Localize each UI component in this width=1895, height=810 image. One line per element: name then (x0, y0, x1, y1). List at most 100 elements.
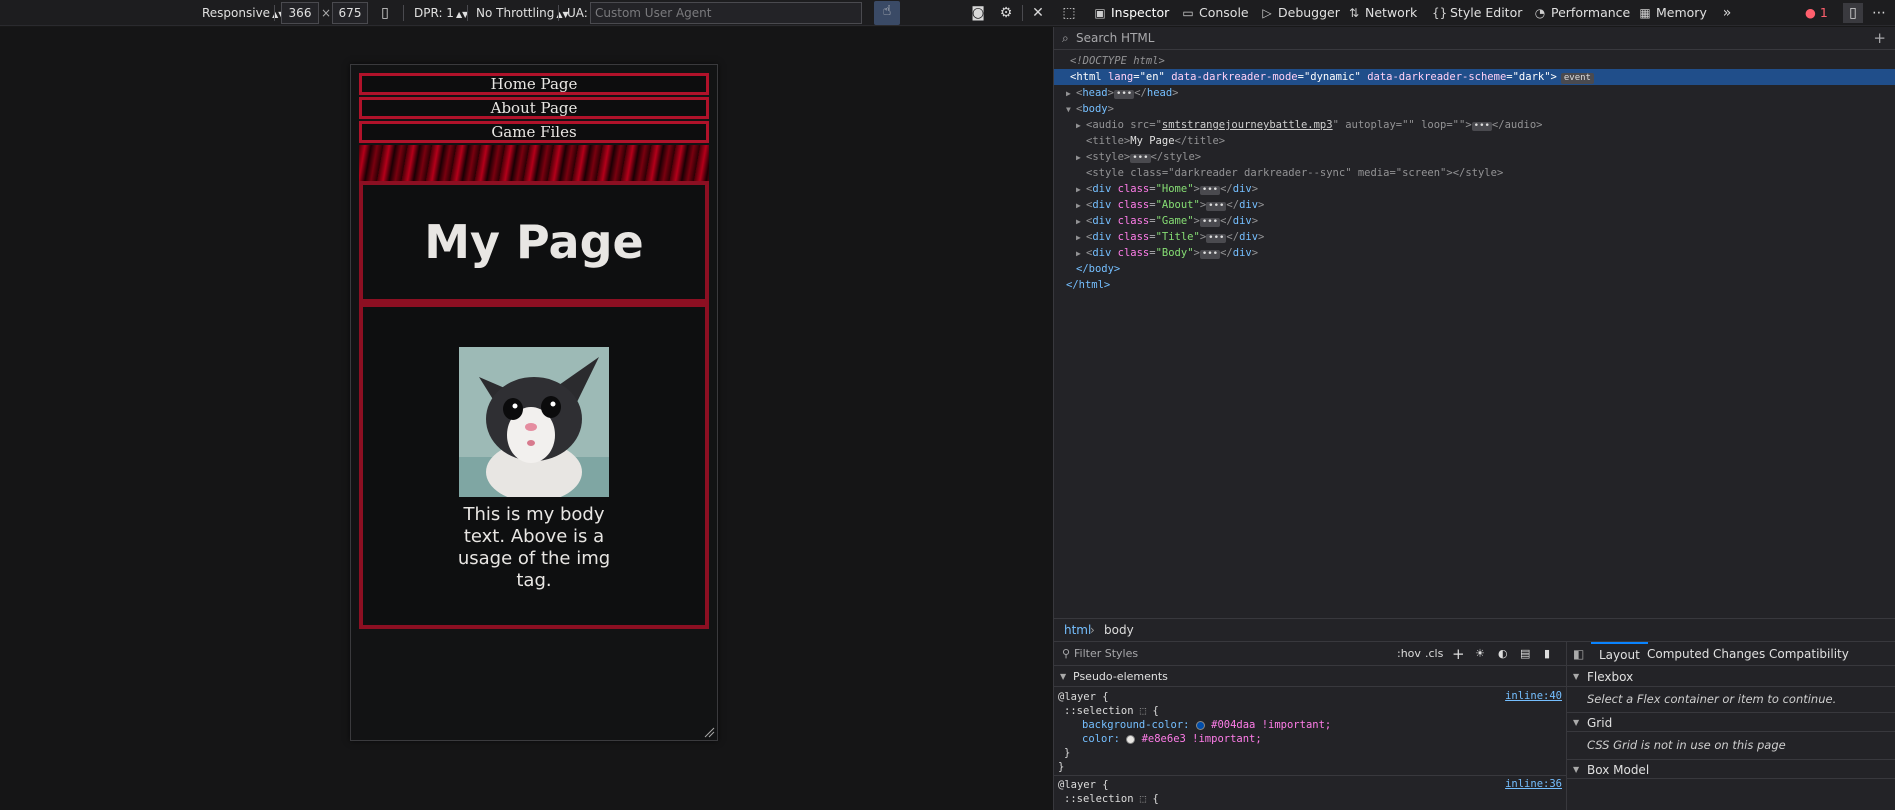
markup-line-body-close[interactable]: </body> (1054, 261, 1895, 277)
collapsed-dots[interactable]: ••• (1130, 154, 1151, 163)
style-media-value: screen (1402, 167, 1441, 179)
tab-inspector[interactable]: ▣ Inspector (1093, 0, 1169, 26)
expand-arrow-icon[interactable]: ▶ (1076, 198, 1086, 214)
toggle-sidebar-icon[interactable]: ▮ (1544, 642, 1550, 666)
breadcrumb-body[interactable]: body (1104, 619, 1134, 642)
tag-name: head (1082, 87, 1108, 99)
error-icon: ● (1805, 5, 1816, 20)
expand-arrow-icon[interactable]: ▶ (1076, 150, 1086, 166)
user-agent-input[interactable]: Custom User Agent (590, 2, 862, 24)
throttling-selector[interactable]: No Throttling ▲▼ (476, 4, 569, 22)
markup-line-audio[interactable]: ▶ <audio src="smtstrangejourneybattle.mp3… (1054, 117, 1895, 133)
close-icon[interactable]: ✕ (1028, 3, 1048, 23)
attr-name: lang (1107, 71, 1134, 83)
pseudo-elements-header[interactable]: ▼ Pseudo-elements (1054, 667, 1567, 687)
tab-compatibility[interactable]: Compatibility (1769, 642, 1849, 666)
throttling-label: No Throttling (476, 6, 555, 20)
add-rule-icon[interactable]: + (1452, 642, 1465, 666)
dpr-selector[interactable]: DPR: 1 ▲▼ (414, 4, 468, 22)
rule-declaration-color[interactable]: color: #e8e6e3 !important; (1082, 732, 1262, 746)
nav-game-files[interactable]: Game Files (359, 121, 709, 143)
touch-simulation-icon[interactable]: ☝ (874, 1, 900, 25)
markup-line-doctype[interactable]: <!DOCTYPE html> (1054, 53, 1895, 69)
print-media-icon[interactable]: ▤ (1520, 642, 1530, 666)
collapsed-dots[interactable]: ••• (1199, 186, 1221, 195)
color-swatch[interactable] (1195, 720, 1205, 730)
responsive-design-icon[interactable]: ▯ (1843, 3, 1863, 23)
markup-line-body[interactable]: ▼ <body> (1054, 101, 1895, 117)
markup-line-style[interactable]: ▶ <style> ••• </style> (1054, 149, 1895, 165)
markup-line-style-darkreader[interactable]: <style class="darkreader darkreader--syn… (1054, 165, 1895, 181)
search-html-bar[interactable]: ⌕ Search HTML + (1054, 27, 1895, 50)
cls-button[interactable]: .cls (1425, 642, 1443, 666)
tab-network[interactable]: ⇅ Network (1347, 0, 1417, 26)
device-selector[interactable]: Responsive ▲▼ (202, 4, 284, 22)
tab-style-editor[interactable]: {} Style Editor (1432, 0, 1522, 26)
event-badge[interactable]: event (1560, 73, 1594, 84)
tab-console[interactable]: ▭ Console (1181, 0, 1248, 26)
settings-gear-icon[interactable]: ⚙ (996, 3, 1016, 23)
markup-line-div-game[interactable]: ▶ <div class="Game"> ••• </div> (1054, 213, 1895, 229)
markup-line-div-body[interactable]: ▶ <div class="Body"> ••• </div> (1054, 245, 1895, 261)
tab-computed[interactable]: Computed (1647, 642, 1709, 666)
collapsed-dots[interactable]: ••• (1206, 202, 1227, 211)
tab-changes[interactable]: Changes (1713, 642, 1765, 666)
rotate-icon[interactable]: ▯ (375, 3, 395, 23)
markup-line-div-home[interactable]: ▶ <div class="Home"> ••• </div> (1054, 181, 1895, 197)
dark-scheme-icon[interactable]: ◐ (1498, 642, 1508, 666)
expand-arrow-icon[interactable]: ▶ (1076, 182, 1086, 198)
breadcrumb-html[interactable]: html (1064, 619, 1091, 642)
expand-arrow-icon[interactable]: ▶ (1076, 230, 1086, 246)
markup-line-html-close[interactable]: </html> (1054, 277, 1895, 293)
nav-about[interactable]: About Page (359, 97, 709, 119)
add-node-icon[interactable]: + (1873, 27, 1886, 49)
hov-button[interactable]: :hov (1397, 642, 1421, 666)
tab-layout[interactable]: Layout (1591, 642, 1648, 666)
collapsed-dots[interactable]: ••• (1199, 250, 1221, 259)
collapse-arrow-icon[interactable]: ▼ (1066, 102, 1076, 118)
rule-source-link[interactable]: inline:36 (1505, 778, 1562, 790)
collapsed-dots[interactable]: ••• (1199, 218, 1221, 227)
rule-declaration-bg[interactable]: background-color: #004daa !important; (1082, 718, 1331, 732)
collapsed-dots[interactable]: ••• (1113, 90, 1135, 99)
width-input[interactable]: 366 (281, 2, 319, 24)
filter-styles-input[interactable]: Filter Styles (1074, 642, 1138, 666)
height-input[interactable]: 675 (332, 2, 368, 24)
element-picker-icon[interactable]: ⬚ (1059, 3, 1079, 23)
markup-line-html[interactable]: <html lang="en" data-darkreader-mode="dy… (1054, 69, 1895, 85)
collapse-arrow-icon: ▼ (1060, 672, 1067, 681)
more-tabs-icon[interactable]: » (1717, 3, 1737, 23)
rule-source-link[interactable]: inline:40 (1505, 690, 1562, 702)
tab-debugger[interactable]: ▷ Debugger (1260, 0, 1340, 26)
expand-arrow-icon[interactable]: ▶ (1066, 86, 1076, 102)
expand-arrow-icon[interactable]: ▶ (1076, 214, 1086, 230)
color-swatch[interactable] (1126, 734, 1136, 744)
divider (274, 5, 275, 21)
collapsed-dots[interactable]: ••• (1471, 122, 1492, 131)
sidebar-toggle-icon[interactable]: ◧ (1573, 642, 1584, 666)
screenshot-icon[interactable]: ◙ (968, 3, 988, 23)
markup-line-head[interactable]: ▶ <head> ••• </head> (1054, 85, 1895, 101)
markup-line-div-about[interactable]: ▶ <div class="About"> ••• </div> (1054, 197, 1895, 213)
expand-arrow-icon[interactable]: ▶ (1076, 118, 1086, 134)
selector-text: ::selection (1064, 793, 1134, 805)
tab-performance[interactable]: ◔ Performance (1533, 0, 1630, 26)
flexbox-section-header[interactable]: ▼ Flexbox (1567, 667, 1895, 687)
collapsed-dots[interactable]: ••• (1206, 234, 1227, 243)
markup-line-title[interactable]: <title>My Page</title> (1054, 133, 1895, 149)
markup-line-div-title[interactable]: ▶ <div class="Title"> ••• </div> (1054, 229, 1895, 245)
console-icon: ▭ (1182, 6, 1194, 20)
menu-dots-icon[interactable]: ⋯ (1869, 3, 1889, 23)
error-counter[interactable]: ● 1 (1805, 0, 1828, 26)
audio-src-link[interactable]: smtstrangejourneybattle.mp3 (1162, 119, 1333, 131)
box-model-section-header[interactable]: ▼ Box Model (1567, 759, 1895, 779)
expand-arrow-icon[interactable]: ▶ (1076, 246, 1086, 262)
grid-section-header[interactable]: ▼ Grid (1567, 712, 1895, 732)
div-class-value: About (1161, 199, 1194, 211)
light-scheme-icon[interactable]: ☀ (1475, 642, 1485, 666)
devtools-tabbar: ⬚ ▣ Inspector ▭ Console ▷ Debugger ⇅ Network… (1053, 0, 1895, 26)
search-html-input[interactable]: Search HTML (1076, 27, 1154, 49)
nav-home[interactable]: Home Page (359, 73, 709, 95)
tab-memory[interactable]: ▦ Memory (1638, 0, 1707, 26)
resize-handle-icon[interactable] (703, 726, 715, 738)
